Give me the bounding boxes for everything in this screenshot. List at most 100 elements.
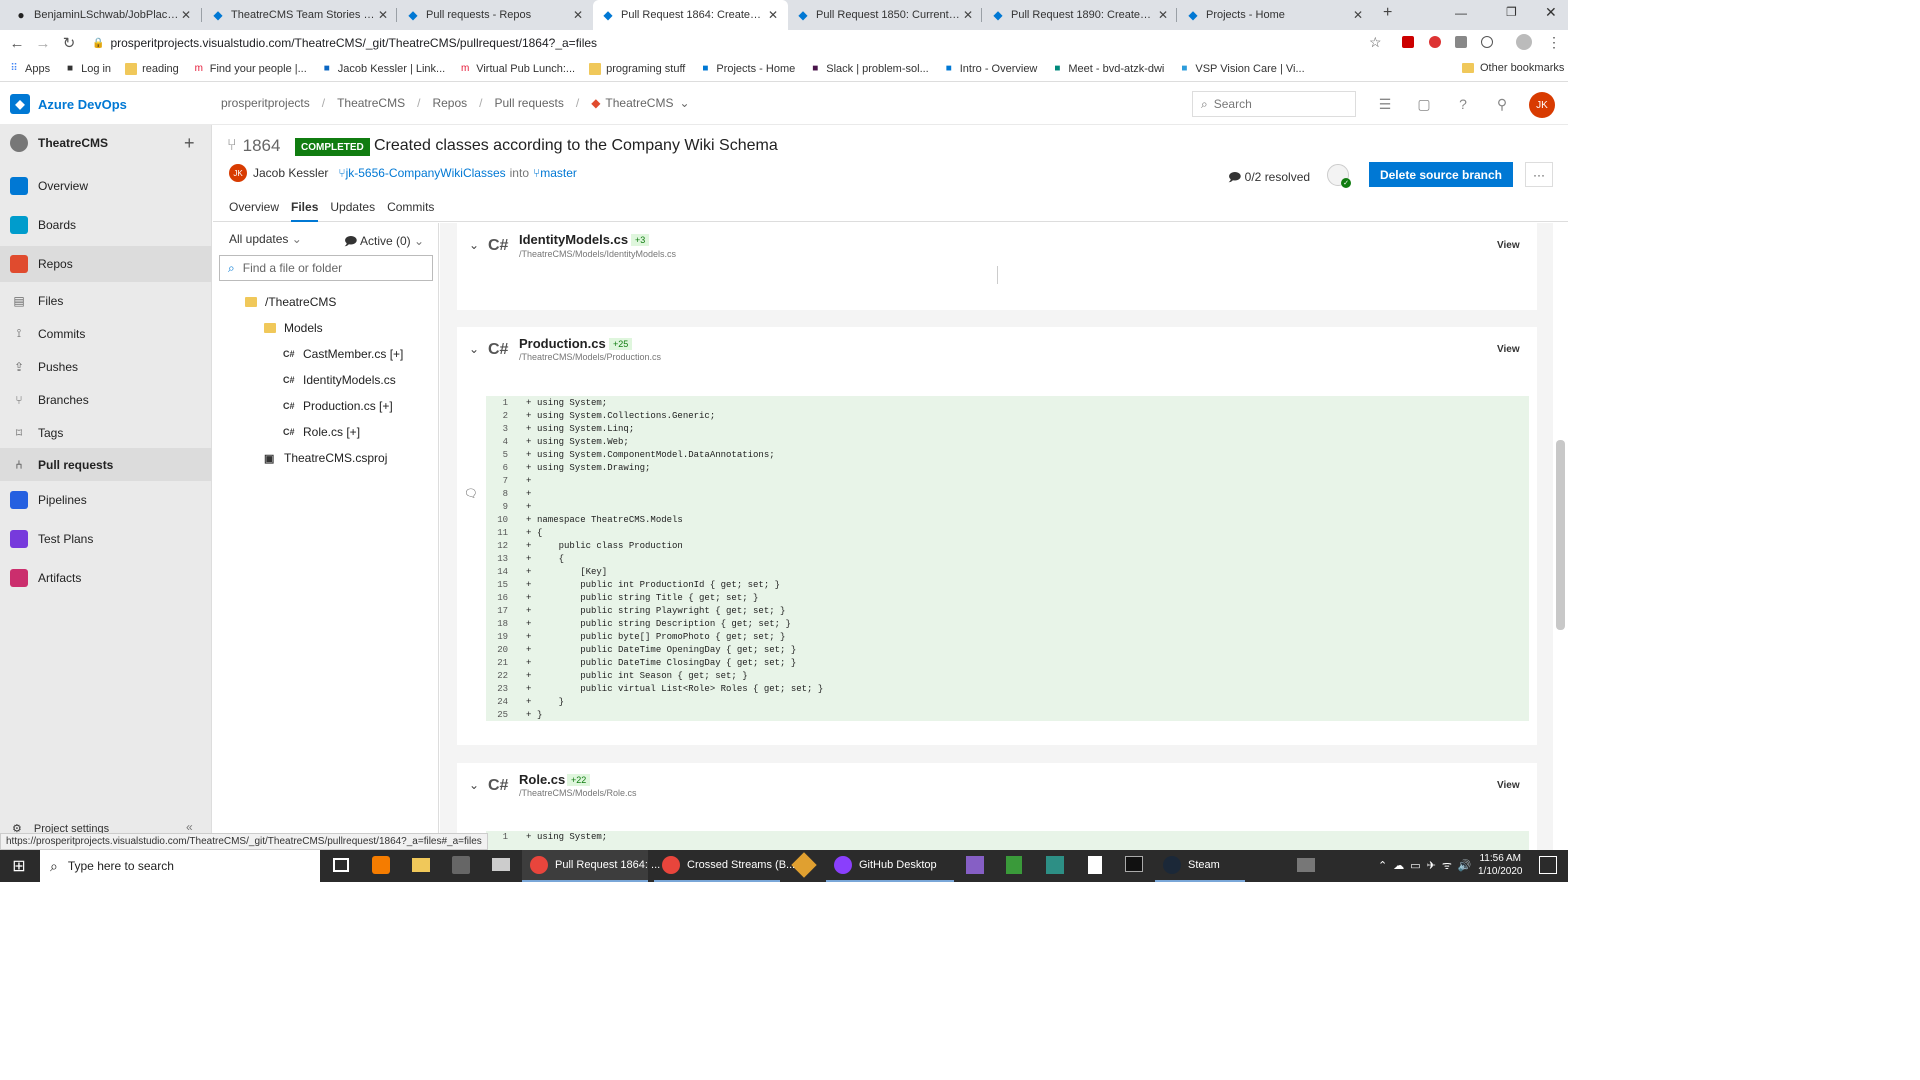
- close-window-button[interactable]: ✕: [1545, 4, 1557, 21]
- taskbar-app[interactable]: Crossed Streams (B...: [654, 850, 795, 882]
- notepad-plus-icon[interactable]: [1006, 856, 1022, 874]
- file-tree-item[interactable]: C# CastMember.cs [+]: [283, 344, 403, 364]
- bookmark-item[interactable]: ■ Intro - Overview: [943, 63, 1038, 75]
- sidebar-item-test-plans[interactable]: Test Plans: [0, 521, 212, 557]
- more-actions-button[interactable]: ···: [1525, 162, 1553, 187]
- tab-files[interactable]: Files: [291, 200, 319, 222]
- tab-updates[interactable]: Updates: [330, 200, 375, 222]
- taskbar-app[interactable]: Steam: [1155, 850, 1245, 882]
- mail-icon[interactable]: [492, 858, 510, 871]
- browser-tab[interactable]: ● BenjaminLSchwab/JobPlacement✕: [6, 0, 201, 30]
- repo-selector[interactable]: ◆ TheatreCMS ⌄: [591, 96, 689, 110]
- sidebar-item-repos[interactable]: Repos: [0, 246, 212, 282]
- sidebar-item-artifacts[interactable]: Artifacts: [0, 560, 212, 596]
- close-icon[interactable]: ✕: [179, 8, 193, 22]
- view-button[interactable]: View: [1497, 780, 1520, 791]
- browser-tab[interactable]: ◆ Projects - Home ✕: [1178, 0, 1373, 30]
- add-comment-icon[interactable]: 🗨: [464, 487, 478, 500]
- chevron-down-icon[interactable]: ⌄: [469, 342, 479, 356]
- browser-tab[interactable]: ◆ Pull Request 1890: Created Db Ac✕: [983, 0, 1178, 30]
- breadcrumb-item[interactable]: TheatreCMS: [337, 96, 405, 110]
- system-tray[interactable]: ⌃☁▭✈ᯤ🔊: [1378, 858, 1478, 873]
- sidebar-item-boards[interactable]: Boards: [0, 207, 212, 243]
- visual-studio-icon[interactable]: [966, 856, 984, 874]
- other-bookmarks[interactable]: Other bookmarks: [1462, 62, 1564, 74]
- store-icon[interactable]: [452, 856, 470, 874]
- sidebar-item-pull-requests[interactable]: ⑃ Pull requests: [0, 448, 212, 481]
- sidebar-item-files[interactable]: ▤ Files: [0, 284, 212, 317]
- file-tree-item[interactable]: C# Role.cs [+]: [283, 422, 360, 442]
- file-tree-item[interactable]: C# IdentityModels.cs: [283, 370, 396, 390]
- search-input[interactable]: ⌕ Search: [1192, 91, 1356, 117]
- user-settings-icon[interactable]: ⚲: [1492, 94, 1512, 114]
- xampp-icon[interactable]: [372, 856, 390, 874]
- bookmark-item[interactable]: ■ Jacob Kessler | Link...: [321, 63, 445, 75]
- url-field[interactable]: 🔒 prosperitprojects.visualstudio.com/Thea…: [92, 33, 1392, 53]
- reviewer-avatar[interactable]: ✓: [1327, 164, 1351, 188]
- taskbar-app[interactable]: Pull Request 1864: ...: [522, 850, 660, 882]
- forward-icon[interactable]: →: [32, 30, 54, 56]
- close-icon[interactable]: ✕: [376, 8, 390, 22]
- shopping-bag-icon[interactable]: ▢: [1414, 94, 1434, 114]
- bookmark-item[interactable]: ■ Projects - Home: [699, 63, 795, 75]
- profile-icon[interactable]: [1516, 34, 1532, 50]
- view-button[interactable]: View: [1497, 344, 1520, 355]
- bookmark-item[interactable]: ■ Meet - bvd-atzk-dwi: [1051, 63, 1164, 75]
- document-icon[interactable]: [1088, 856, 1102, 874]
- breadcrumb-item[interactable]: Pull requests: [494, 96, 563, 110]
- extension-icon[interactable]: [1429, 36, 1441, 48]
- help-icon[interactable]: ?: [1453, 94, 1473, 114]
- minimize-button[interactable]: —: [1455, 6, 1467, 20]
- clock[interactable]: 11:56 AM 1/10/2020: [1478, 852, 1523, 878]
- azure-devops-brand[interactable]: ◆ Azure DevOps: [10, 94, 127, 114]
- tab-commits[interactable]: Commits: [387, 200, 434, 222]
- close-icon[interactable]: ✕: [961, 8, 975, 22]
- chevron-down-icon[interactable]: ⌄: [469, 238, 479, 252]
- extension-icon[interactable]: [1481, 36, 1493, 48]
- file-explorer-icon[interactable]: [412, 858, 430, 872]
- sidebar-item-overview[interactable]: Overview: [0, 168, 212, 204]
- close-icon[interactable]: ✕: [1351, 8, 1365, 22]
- bookmark-item[interactable]: ■ VSP Vision Care | Vi...: [1178, 63, 1304, 75]
- windows-start-icon[interactable]: ⊞: [8, 855, 30, 877]
- back-icon[interactable]: ←: [6, 30, 28, 56]
- chevron-down-icon[interactable]: ⌄: [469, 778, 479, 792]
- active-comments-select[interactable]: 🗩 Active (0) ⌄: [344, 232, 424, 253]
- view-button[interactable]: View: [1497, 240, 1520, 251]
- extension-icon[interactable]: [1402, 36, 1414, 48]
- updates-select[interactable]: All updates ⌄: [229, 232, 302, 246]
- comments-resolved[interactable]: 🗩 0/2 resolved: [1228, 168, 1310, 189]
- close-icon[interactable]: ✕: [571, 8, 585, 22]
- browser-menu-icon[interactable]: ⋮: [1547, 34, 1561, 51]
- sidebar-item-pipelines[interactable]: Pipelines: [0, 482, 212, 518]
- diff-file-name[interactable]: Role.cs: [519, 772, 565, 787]
- app-icon[interactable]: [1297, 858, 1315, 872]
- bookmark-star-icon[interactable]: ☆: [1369, 34, 1382, 51]
- diff-file-name[interactable]: IdentityModels.cs: [519, 232, 628, 247]
- source-branch-link[interactable]: ⑂jk-5656-CompanyWikiClasses: [338, 166, 505, 180]
- maximize-button[interactable]: ❐: [1506, 5, 1517, 19]
- bookmark-item[interactable]: reading: [125, 62, 179, 75]
- list-icon[interactable]: ☰: [1375, 94, 1395, 114]
- diff-file-name[interactable]: Production.cs: [519, 336, 606, 351]
- browser-tab[interactable]: ◆ TheatreCMS Team Stories Board✕: [203, 0, 398, 30]
- add-icon[interactable]: +: [184, 133, 195, 154]
- close-icon[interactable]: ✕: [1156, 8, 1170, 22]
- bookmark-item[interactable]: ■ Log in: [64, 63, 111, 75]
- file-tree-item[interactable]: C# Production.cs [+]: [283, 396, 393, 416]
- reload-icon[interactable]: ↻: [58, 30, 80, 56]
- scrollbar-thumb[interactable]: [1556, 440, 1565, 630]
- breadcrumb-item[interactable]: prosperitprojects: [221, 96, 310, 110]
- extension-icon[interactable]: [1455, 36, 1467, 48]
- browser-tab[interactable]: ◆ Pull Request 1864: Created classe✕: [593, 0, 788, 30]
- new-tab-button[interactable]: +: [1383, 4, 1392, 22]
- notifications-icon[interactable]: [1539, 856, 1557, 874]
- bookmark-item[interactable]: programing stuff: [589, 62, 685, 75]
- file-tree-item[interactable]: /TheatreCMS: [245, 292, 336, 312]
- collapse-sidebar-icon[interactable]: «: [186, 820, 193, 834]
- taskbar-search-input[interactable]: ⌕ Type here to search: [40, 850, 320, 882]
- browser-tab[interactable]: ◆ Pull Request 1850: Current Produ✕: [788, 0, 983, 30]
- bookmark-item[interactable]: ⠿ Apps: [8, 63, 50, 75]
- author-name[interactable]: Jacob Kessler: [253, 166, 328, 180]
- sidebar-item-tags[interactable]: ⌑ Tags: [0, 416, 212, 449]
